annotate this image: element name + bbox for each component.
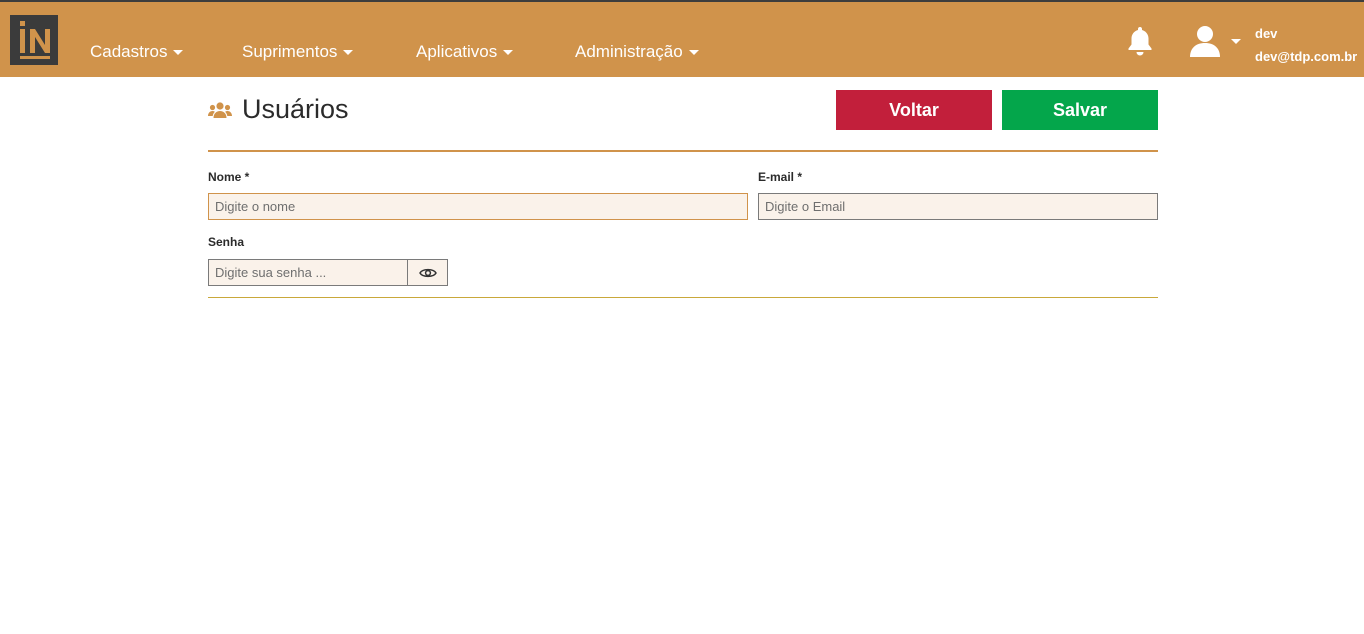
back-button[interactable]: Voltar bbox=[836, 90, 992, 130]
nav-administracao[interactable]: Administração bbox=[575, 40, 699, 64]
nav-administracao-label: Administração bbox=[575, 42, 683, 61]
nav-aplicativos[interactable]: Aplicativos bbox=[416, 40, 514, 64]
nav-cadastros[interactable]: Cadastros bbox=[90, 40, 184, 64]
name-input[interactable] bbox=[208, 193, 748, 220]
eye-icon bbox=[418, 268, 437, 277]
nav-aplicativos-label: Aplicativos bbox=[416, 42, 498, 61]
chevron-down-icon bbox=[173, 49, 184, 55]
toggle-password-visibility-button[interactable] bbox=[407, 259, 448, 286]
page-title: Usuários bbox=[242, 94, 349, 124]
chevron-down-icon bbox=[343, 49, 354, 55]
nav-suprimentos[interactable]: Suprimentos bbox=[242, 40, 354, 64]
divider-bottom bbox=[208, 297, 1158, 298]
divider-top bbox=[208, 150, 1158, 152]
password-label: Senha bbox=[208, 235, 245, 249]
email-input[interactable] bbox=[758, 193, 1158, 220]
nav-cadastros-label: Cadastros bbox=[90, 42, 168, 61]
save-button[interactable]: Salvar bbox=[1002, 90, 1158, 130]
page-header: Usuários bbox=[208, 94, 349, 125]
chevron-down-icon bbox=[688, 49, 699, 55]
email-label: E-mail * bbox=[758, 170, 803, 184]
nav-suprimentos-label: Suprimentos bbox=[242, 42, 338, 61]
brand-logo[interactable] bbox=[10, 15, 58, 65]
user-menu-chevron-icon[interactable] bbox=[1231, 39, 1241, 44]
password-input[interactable] bbox=[208, 259, 408, 286]
user-name: dev bbox=[1255, 26, 1278, 41]
chevron-down-icon bbox=[503, 49, 514, 55]
name-label: Nome * bbox=[208, 170, 250, 184]
user-icon[interactable] bbox=[1188, 24, 1222, 58]
bell-icon[interactable] bbox=[1126, 25, 1154, 57]
users-icon bbox=[208, 101, 232, 118]
user-email: dev@tdp.com.br bbox=[1255, 49, 1358, 64]
top-navbar: Cadastros Suprimentos Aplicativos Admini… bbox=[0, 0, 1364, 77]
